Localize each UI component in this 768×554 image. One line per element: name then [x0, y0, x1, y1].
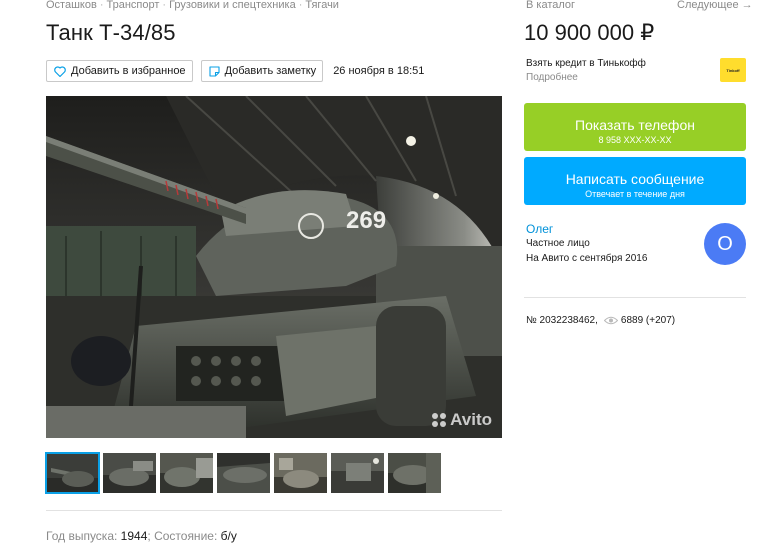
view-count: 6889 (+207) — [620, 315, 676, 326]
tinkoff-logo-text: Tinkoff — [726, 67, 740, 73]
ad-number: № 2032238462, — [526, 315, 598, 326]
main-photo[interactable]: 269 Avito — [46, 96, 502, 438]
divider — [46, 510, 502, 511]
year-label: Год выпуска: — [46, 529, 118, 543]
tinkoff-logo[interactable]: Tinkoff — [720, 58, 746, 82]
avito-watermark: Avito — [432, 410, 492, 430]
seller-member-since: На Авито с сентября 2016 — [526, 253, 648, 264]
note-icon — [209, 65, 220, 77]
seller-type: Частное лицо — [526, 238, 590, 249]
svg-text:269: 269 — [346, 207, 386, 234]
listing-params: Год выпуска: 1944; Состояние: б/у — [46, 529, 237, 543]
condition-value: б/у — [220, 529, 237, 543]
breadcrumb-item-city[interactable]: Осташков — [46, 0, 97, 11]
avito-logo-icon — [432, 413, 447, 427]
breadcrumb-item-tractors[interactable]: Тягачи — [305, 0, 339, 11]
credit-offer-text[interactable]: Взять кредит в Тинькофф — [526, 58, 646, 69]
page-title: Танк Т-34/85 — [46, 20, 176, 45]
thumbnail-2[interactable] — [103, 453, 156, 493]
avatar-letter: О — [717, 232, 733, 255]
add-to-favorites-button[interactable]: Добавить в избранное — [46, 60, 193, 82]
credit-more-link[interactable]: Подробнее — [526, 72, 578, 83]
watermark-text: Avito — [450, 410, 492, 429]
thumbnail-4[interactable] — [217, 453, 270, 493]
seller-avatar[interactable]: О — [704, 223, 746, 265]
listing-stats: № 2032238462, 6889 (+207) — [526, 315, 675, 326]
catalog-link[interactable]: В каталог — [526, 0, 575, 11]
write-message-button[interactable]: Написать сообщение Отвечает в течение дн… — [524, 157, 746, 205]
thumbnail-6[interactable] — [331, 453, 384, 493]
divider — [524, 297, 746, 298]
thumbnail-3[interactable] — [160, 453, 213, 493]
seller-name-link[interactable]: Олег — [526, 222, 553, 236]
photo-thumbnails — [45, 452, 445, 494]
add-to-favorites-label: Добавить в избранное — [71, 65, 186, 77]
heart-icon — [54, 65, 66, 77]
condition-label: Состояние: — [154, 529, 218, 543]
year-value: 1944 — [120, 529, 148, 543]
thumbnail-1[interactable] — [45, 452, 100, 494]
breadcrumb-separator: · — [99, 0, 104, 11]
breadcrumb-separator: · — [162, 0, 167, 11]
thumbnail-7[interactable] — [388, 453, 441, 493]
thumbnail-5[interactable] — [274, 453, 327, 493]
show-phone-button[interactable]: Показать телефон 8 958 XXX-XX-XX — [524, 103, 746, 151]
breadcrumb-separator: · — [298, 0, 303, 11]
show-phone-label: Показать телефон — [575, 116, 695, 133]
reply-time-note: Отвечает в течение дня — [585, 188, 685, 199]
price: 10 900 000 ₽ — [524, 20, 655, 45]
breadcrumb-item-trucks[interactable]: Грузовики и спецтехника — [169, 0, 296, 11]
eye-icon — [603, 316, 618, 325]
params-separator: ; — [147, 529, 151, 543]
write-message-label: Написать сообщение — [565, 170, 705, 187]
tank-photo-image: 269 — [46, 96, 502, 438]
next-listing-link[interactable]: Следующее → — [677, 0, 753, 11]
breadcrumb: Осташков · Транспорт · Грузовики и спецтехни… — [46, 0, 339, 11]
add-note-button[interactable]: Добавить заметку — [200, 60, 324, 82]
publish-date: 26 ноября в 18:51 — [333, 65, 425, 77]
breadcrumb-item-transport[interactable]: Транспорт — [106, 0, 159, 11]
listing-actions: Добавить в избранное Добавить заметку 26… — [46, 60, 424, 82]
masked-phone-number: 8 958 XXX-XX-XX — [598, 134, 672, 145]
add-note-label: Добавить заметку — [224, 65, 317, 77]
